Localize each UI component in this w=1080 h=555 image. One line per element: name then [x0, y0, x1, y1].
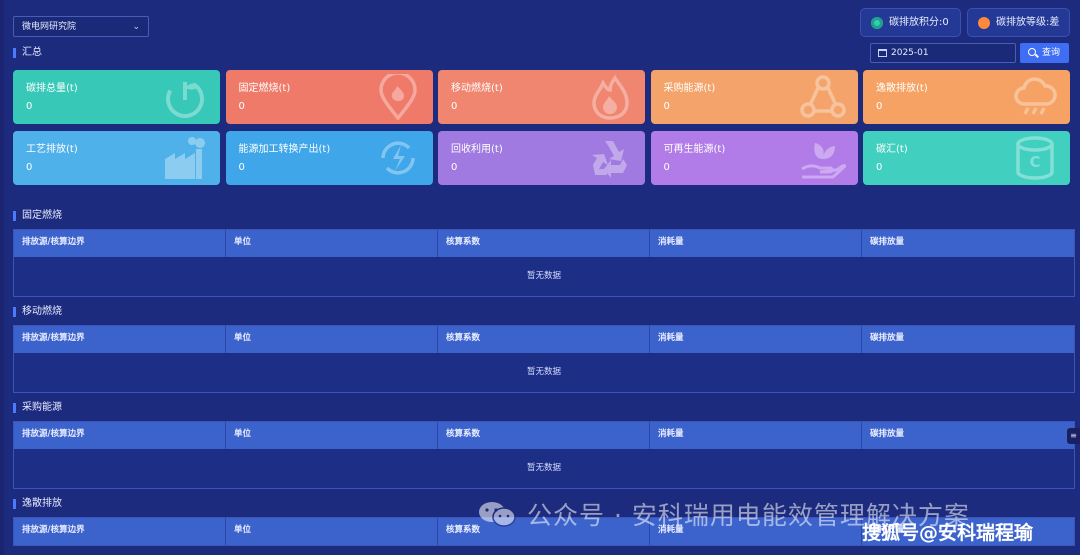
emission-table: 排放源/核算边界 单位 核算系数 消耗量 碳排放量 暂无数据 [13, 421, 1075, 489]
table-column-header[interactable]: 排放源/核算边界 [14, 518, 226, 545]
summary-card-label: 碳排总量(t) [26, 83, 78, 94]
summary-card[interactable]: 碳汇(t) 0 C [863, 131, 1070, 185]
summary-card-value: 0 [26, 162, 33, 173]
summary-card-label: 能源加工转换产出(t) [238, 144, 331, 155]
month-picker[interactable]: 2025-01 [870, 43, 1016, 63]
summary-card[interactable]: 采购能源(t) 0 [650, 70, 858, 124]
table-column-header[interactable]: 排放源/核算边界 [14, 326, 226, 353]
table-header: 排放源/核算边界 单位 核算系数 消耗量 碳排放量 [14, 422, 1074, 449]
summary-card-value: 0 [876, 162, 883, 173]
summary-card-value: 0 [26, 101, 33, 112]
wechat-logo-icon [479, 502, 516, 527]
summary-card-label: 回收利用(t) [451, 144, 503, 155]
table-column-header[interactable]: 核算系数 [438, 230, 650, 257]
summary-card-value: 0 [238, 162, 245, 173]
table-column-header[interactable]: 碳排放量 [862, 326, 1074, 353]
power-sprout-icon [162, 74, 208, 120]
summary-card-label: 碳汇(t) [876, 144, 908, 155]
table-column-header[interactable]: 单位 [226, 518, 438, 545]
carbon-level-label: 碳排放等级:差 [996, 17, 1060, 28]
flame-icon [587, 74, 633, 120]
summary-card-value: 0 [238, 101, 245, 112]
summary-card-label: 逸散排放(t) [876, 83, 928, 94]
table-column-header[interactable]: 核算系数 [438, 422, 650, 449]
summary-card[interactable]: 固定燃烧(t) 0 [225, 70, 433, 124]
summary-card-value: 0 [663, 162, 670, 173]
summary-card[interactable]: 工艺排放(t) 0 [13, 131, 220, 185]
score-icon [871, 17, 883, 29]
table-column-header[interactable]: 碳排放量 [862, 422, 1074, 449]
table-column-header[interactable]: 单位 [226, 422, 438, 449]
table-column-header[interactable]: 单位 [226, 326, 438, 353]
table-column-header[interactable]: 核算系数 [438, 326, 650, 353]
carbon-score-label: 碳排放积分:0 [889, 17, 949, 28]
energy-conversion-icon [375, 135, 421, 181]
month-picker-value: 2025-01 [891, 48, 929, 58]
summary-card-label: 工艺排放(t) [26, 144, 78, 155]
table-header: 排放源/核算边界 单位 核算系数 消耗量 碳排放量 [14, 230, 1074, 257]
table-column-header[interactable]: 排放源/核算边界 [14, 230, 226, 257]
query-button[interactable]: 查询 [1020, 43, 1069, 63]
hand-leaf-icon [800, 135, 847, 181]
summary-card[interactable]: 回收利用(t) 0 [438, 131, 645, 185]
emission-table: 排放源/核算边界 单位 核算系数 消耗量 碳排放量 暂无数据 [13, 229, 1075, 297]
summary-card[interactable]: 可再生能源(t) 0 [650, 131, 858, 185]
watermark-sohu: 搜狐号@安科瑞程瑜 [862, 522, 1034, 544]
left-edge-strip [0, 0, 4, 555]
summary-card-label: 可再生能源(t) [663, 144, 726, 155]
summary-card-value: 0 [663, 101, 670, 112]
summary-card[interactable]: 逸散排放(t) 0 [863, 70, 1070, 124]
table-column-header[interactable]: 消耗量 [650, 230, 862, 257]
table-header: 排放源/核算边界 单位 核算系数 消耗量 碳排放量 [14, 326, 1074, 353]
table-column-header[interactable]: 碳排放量 [862, 230, 1074, 257]
table-column-header[interactable]: 单位 [226, 230, 438, 257]
organization-select-value: 微电网研究院 [22, 22, 77, 32]
summary-card-value: 0 [451, 162, 458, 173]
top-bar: 微电网研究院 ⌄ 碳排放积分:0 碳排放等级:差 [0, 0, 1080, 40]
summary-title: 汇总 [13, 47, 42, 59]
summary-card[interactable]: 能源加工转换产出(t) 0 [225, 131, 433, 185]
table-column-header[interactable]: 消耗量 [650, 422, 862, 449]
summary-card-value: 0 [876, 101, 883, 112]
organization-select[interactable]: 微电网研究院 ⌄ [13, 16, 149, 37]
search-icon [1028, 48, 1036, 56]
carbon-storage-icon: C [1012, 135, 1058, 181]
summary-card[interactable]: 移动燃烧(t) 0 [438, 70, 645, 124]
factory-icon [162, 135, 208, 181]
network-cycle-icon [799, 74, 846, 120]
side-panel-handle[interactable]: ≡ [1067, 428, 1080, 444]
table-column-header[interactable]: 排放源/核算边界 [14, 422, 226, 449]
carbon-score-badge[interactable]: 碳排放积分:0 [860, 8, 961, 37]
table-section-title: 固定燃烧 [13, 210, 62, 222]
cloud-rain-icon [1012, 74, 1058, 120]
calendar-icon [878, 49, 887, 57]
table-section-title: 移动燃烧 [13, 306, 62, 318]
table-column-header[interactable]: 消耗量 [650, 326, 862, 353]
query-button-label: 查询 [1042, 48, 1061, 58]
summary-card-label: 固定燃烧(t) [238, 83, 291, 94]
table-empty-state: 暂无数据 [14, 449, 1074, 488]
side-panel-handle-icon: ≡ [1070, 431, 1077, 440]
summary-card-value: 0 [451, 101, 458, 112]
medal-icon [978, 17, 990, 29]
summary-card[interactable]: 碳排总量(t) 0 [13, 70, 220, 124]
table-section-title: 采购能源 [13, 402, 62, 414]
summary-card-label: 移动燃烧(t) [451, 83, 503, 94]
table-section-title: 逸散排放 [13, 498, 62, 510]
emission-table: 排放源/核算边界 单位 核算系数 消耗量 碳排放量 暂无数据 [13, 325, 1075, 393]
carbon-level-badge[interactable]: 碳排放等级:差 [967, 8, 1070, 37]
location-flame-icon [375, 71, 421, 121]
table-empty-state: 暂无数据 [14, 257, 1074, 296]
recycle-icon [587, 135, 633, 181]
summary-card-label: 采购能源(t) [663, 83, 716, 94]
svg-text:C: C [1029, 153, 1040, 171]
table-empty-state: 暂无数据 [14, 353, 1074, 392]
chevron-down-icon: ⌄ [132, 22, 140, 32]
